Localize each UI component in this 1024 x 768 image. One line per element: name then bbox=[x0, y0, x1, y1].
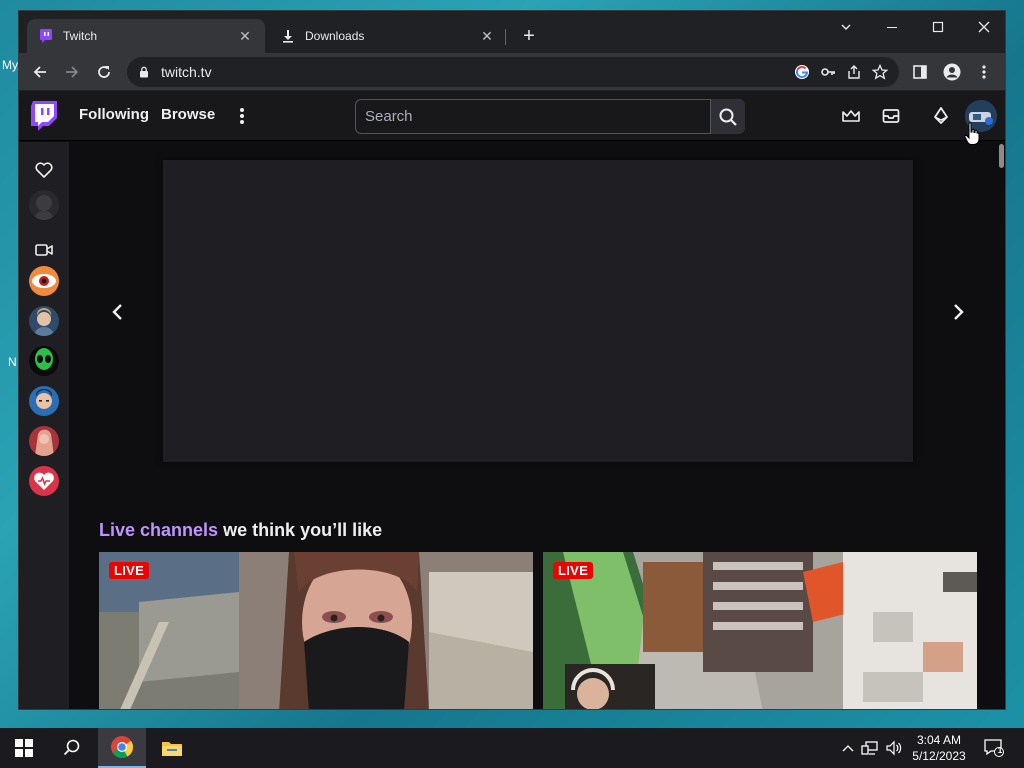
tab-twitch[interactable]: Twitch ✕ bbox=[27, 19, 265, 53]
stream-thumbnail bbox=[99, 552, 533, 709]
browser-toolbar: twitch.tv bbox=[19, 53, 1005, 91]
nav-browse[interactable]: Browse bbox=[161, 106, 215, 123]
tab-strip: Twitch ✕ Downloads ✕ + bbox=[19, 11, 1005, 53]
live-badge: LIVE bbox=[109, 562, 150, 579]
followed-channels-sidebar bbox=[19, 142, 69, 709]
close-tab-icon[interactable]: ✕ bbox=[479, 28, 495, 44]
key-icon[interactable] bbox=[815, 59, 841, 85]
back-button[interactable] bbox=[27, 59, 53, 85]
search-icon bbox=[719, 108, 737, 126]
nav-following[interactable]: Following bbox=[79, 106, 149, 123]
taskbar-chrome-button[interactable] bbox=[98, 728, 146, 768]
tab-search-icon[interactable] bbox=[823, 11, 869, 43]
folder-icon bbox=[162, 742, 182, 756]
channel-avatar[interactable] bbox=[29, 306, 59, 336]
section-heading: Live channels we think you’ll like bbox=[99, 520, 382, 541]
channel-avatar[interactable] bbox=[29, 386, 59, 416]
new-tab-button[interactable]: + bbox=[517, 25, 541, 49]
search-icon bbox=[63, 739, 80, 756]
windows-taskbar: 3:04 AM 5/12/2023 1 bbox=[0, 728, 1024, 768]
heart-icon[interactable] bbox=[32, 158, 56, 182]
tab-downloads[interactable]: Downloads ✕ bbox=[269, 19, 507, 53]
minimize-button[interactable] bbox=[869, 11, 915, 43]
section-heading-text: we think you’ll like bbox=[218, 520, 383, 540]
address-bar[interactable]: twitch.tv bbox=[127, 57, 899, 87]
more-options-icon[interactable] bbox=[235, 105, 249, 127]
browser-window: Twitch ✕ Downloads ✕ + twitch.tv Followi… bbox=[18, 10, 1006, 710]
channel-avatar[interactable] bbox=[29, 346, 59, 376]
carousel-prev-icon[interactable] bbox=[105, 300, 129, 324]
url-text: twitch.tv bbox=[161, 64, 212, 80]
profile-icon[interactable] bbox=[939, 59, 965, 85]
live-channel-card[interactable]: LIVE bbox=[99, 552, 533, 709]
search-button[interactable] bbox=[711, 99, 745, 134]
channel-avatar[interactable] bbox=[29, 266, 59, 296]
system-clock[interactable]: 3:04 AM 5/12/2023 bbox=[908, 732, 970, 764]
section-heading-link[interactable]: Live channels bbox=[99, 520, 218, 540]
clock-time: 3:04 AM bbox=[916, 733, 962, 747]
stream-thumbnail bbox=[543, 552, 977, 709]
windows-logo-icon bbox=[15, 739, 33, 757]
taskbar-file-explorer-button[interactable] bbox=[148, 728, 196, 768]
main-content: Live channels we think you’ll like LIVE … bbox=[69, 142, 997, 709]
tab-separator bbox=[505, 29, 506, 45]
search-input[interactable] bbox=[355, 99, 711, 134]
show-hidden-icons-icon[interactable] bbox=[838, 738, 858, 758]
bookmark-star-icon[interactable] bbox=[867, 59, 893, 85]
clock-date: 5/12/2023 bbox=[912, 749, 966, 763]
maximize-button[interactable] bbox=[915, 11, 961, 43]
side-panel-icon[interactable] bbox=[907, 59, 933, 85]
notification-count: 1 bbox=[997, 746, 1003, 755]
channel-avatar[interactable] bbox=[29, 426, 59, 456]
chrome-icon bbox=[111, 736, 133, 758]
tab-title: Downloads bbox=[305, 29, 365, 43]
bits-icon[interactable] bbox=[929, 104, 953, 128]
google-icon[interactable] bbox=[789, 59, 815, 85]
close-window-button[interactable] bbox=[961, 11, 1005, 43]
video-camera-icon[interactable] bbox=[32, 238, 56, 262]
live-badge: LIVE bbox=[553, 562, 594, 579]
tab-title: Twitch bbox=[63, 29, 98, 43]
live-channel-card[interactable]: LIVE bbox=[543, 552, 977, 709]
close-tab-icon[interactable]: ✕ bbox=[237, 28, 253, 44]
network-icon[interactable] bbox=[860, 738, 880, 758]
forward-button[interactable] bbox=[59, 59, 85, 85]
carousel-next-icon[interactable] bbox=[947, 300, 971, 324]
featured-carousel-player[interactable] bbox=[163, 160, 913, 462]
twitch-top-nav: Following Browse bbox=[19, 91, 1005, 141]
volume-icon[interactable] bbox=[884, 738, 904, 758]
share-icon[interactable] bbox=[841, 59, 867, 85]
download-icon bbox=[281, 29, 295, 43]
channel-avatar[interactable] bbox=[29, 190, 59, 220]
notification-center-icon[interactable]: 1 bbox=[982, 738, 1006, 758]
page-scrollbar[interactable] bbox=[999, 144, 1004, 168]
taskbar-search-button[interactable] bbox=[48, 728, 96, 768]
desktop-icon-label: N bbox=[8, 355, 17, 369]
reload-button[interactable] bbox=[91, 59, 117, 85]
prime-crown-icon[interactable] bbox=[839, 104, 863, 128]
start-button[interactable] bbox=[0, 728, 48, 768]
menu-dots-icon[interactable] bbox=[971, 59, 997, 85]
hand-cursor-icon bbox=[964, 122, 980, 151]
desktop-icon-label: My bbox=[2, 58, 18, 72]
twitch-logo-icon[interactable] bbox=[29, 101, 59, 133]
twitch-favicon-icon bbox=[39, 29, 53, 43]
lock-icon bbox=[139, 65, 153, 79]
inbox-icon[interactable] bbox=[879, 104, 903, 128]
channel-avatar[interactable] bbox=[29, 466, 59, 496]
